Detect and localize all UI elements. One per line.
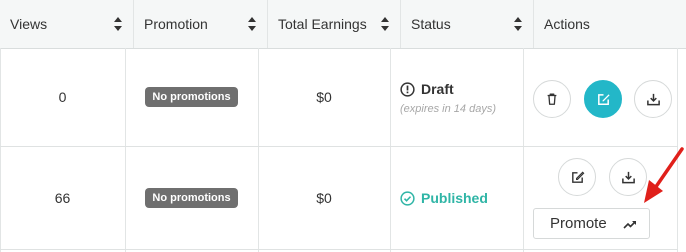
row-divider (0, 249, 678, 250)
promotion-cell: No promotions (125, 147, 258, 249)
views-cell: 0 (58, 89, 67, 105)
annotation-arrow-icon (644, 147, 684, 203)
promotion-badge: No promotions (145, 87, 238, 107)
views-cell: 66 (54, 190, 71, 206)
column-label: Status (411, 16, 451, 32)
promotion-cell: No promotions (125, 48, 258, 146)
sort-icon[interactable] (114, 17, 123, 31)
column-header-total-earnings[interactable]: Total Earnings (268, 0, 401, 48)
edit-button[interactable] (558, 158, 596, 196)
download-button[interactable] (634, 80, 672, 118)
edit-button[interactable] (584, 80, 622, 118)
posts-table: Views Promotion Total Earnings Status Ac… (0, 0, 686, 252)
column-header-status[interactable]: Status (401, 0, 534, 48)
trash-icon (547, 93, 557, 105)
download-icon (646, 93, 660, 105)
edit-icon (597, 93, 610, 105)
column-label: Actions (544, 16, 590, 32)
download-icon (621, 171, 635, 183)
promote-label: Promote (550, 215, 607, 232)
check-circle-icon (400, 190, 415, 206)
promotion-badge: No promotions (145, 188, 238, 208)
row-divider (523, 48, 524, 252)
earnings-cell: $0 (316, 190, 332, 206)
delete-button[interactable] (533, 80, 571, 118)
column-label: Total Earnings (278, 16, 367, 32)
sort-icon[interactable] (248, 17, 257, 31)
sort-icon[interactable] (514, 17, 523, 31)
edit-icon (571, 171, 584, 183)
promote-button[interactable]: Promote (533, 208, 650, 239)
trending-up-icon (623, 221, 636, 229)
table-header: Views Promotion Total Earnings Status Ac… (0, 0, 686, 49)
status-label: Draft (400, 81, 454, 97)
status-label: Published (400, 190, 488, 206)
status-text: Published (421, 190, 488, 206)
exclamation-circle-icon (400, 81, 415, 97)
column-label: Views (10, 16, 48, 32)
row-divider (390, 48, 391, 252)
earnings-cell: $0 (316, 89, 332, 105)
column-header-views[interactable]: Views (0, 0, 134, 48)
expiry-note: (expires in 14 days) (400, 103, 496, 115)
column-label: Promotion (144, 16, 208, 32)
sort-icon[interactable] (381, 17, 390, 31)
status-text: Draft (421, 81, 454, 97)
column-header-actions: Actions (534, 0, 686, 48)
column-header-promotion[interactable]: Promotion (134, 0, 268, 48)
